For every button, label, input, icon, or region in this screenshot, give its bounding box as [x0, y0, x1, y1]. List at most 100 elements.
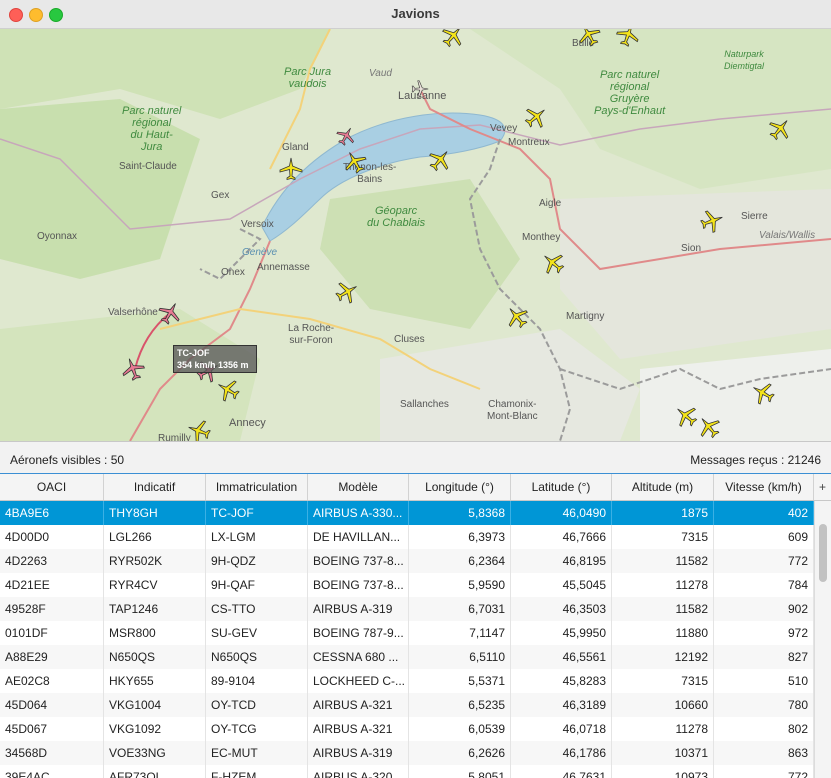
table-header: OACI Indicatif Immatriculation Modèle Lo… — [0, 474, 831, 501]
column-header-modele[interactable]: Modèle — [308, 474, 409, 500]
map-label-gruyere: Parc naturel régional Gruyère Pays-d'Enh… — [594, 69, 666, 117]
table-row[interactable]: A88E29 N650QS N650QS CESSNA 680 ... 6,51… — [0, 645, 814, 669]
cell-longitude: 6,5235 — [409, 693, 511, 717]
cell-vitesse: 510 — [714, 669, 814, 693]
cell-oaci: 4BA9E6 — [0, 501, 104, 525]
cell-latitude: 46,7666 — [511, 525, 612, 549]
cell-vitesse: 784 — [714, 573, 814, 597]
messages-received-count: Messages reçus : 21246 — [690, 453, 821, 467]
cell-modele: AIRBUS A-320... — [308, 765, 409, 778]
map-label-sallanches: Sallanches — [400, 399, 449, 410]
table-row[interactable]: 4D21EE RYR4CV 9H-QAF BOEING 737-8... 5,9… — [0, 573, 814, 597]
cell-modele: DE HAVILLAN... — [308, 525, 409, 549]
cell-altitude: 7315 — [612, 525, 714, 549]
cell-oaci: 39E4AC — [0, 765, 104, 778]
map-label-annecy: Annecy — [229, 417, 266, 429]
map-label-geneve: Genève — [242, 247, 278, 258]
cell-altitude: 10973 — [612, 765, 714, 778]
cell-oaci: 4D2263 — [0, 549, 104, 573]
cell-indicatif: VOE33NG — [104, 741, 206, 765]
cell-modele: BOEING 737-8... — [308, 573, 409, 597]
map-label-la-roche: La Roche- sur-Foron — [288, 323, 335, 346]
table-row[interactable]: 0101DF MSR800 SU-GEV BOEING 787-9... 7,1… — [0, 621, 814, 645]
cell-oaci: AE02C8 — [0, 669, 104, 693]
cell-vitesse: 780 — [714, 693, 814, 717]
cell-immatriculation: EC-MUT — [206, 741, 308, 765]
cell-latitude: 46,1786 — [511, 741, 612, 765]
map-label-jura-vaudois: Parc Jura vaudois — [284, 66, 332, 90]
table-row[interactable]: 45D067 VKG1092 OY-TCG AIRBUS A-321 6,053… — [0, 717, 814, 741]
map-label-chamonix: Chamonix- Mont-Blanc — [487, 399, 538, 422]
cell-modele: BOEING 737-8... — [308, 549, 409, 573]
cell-modele: AIRBUS A-321 — [308, 717, 409, 741]
cell-vitesse: 402 — [714, 501, 814, 525]
cell-latitude: 45,5045 — [511, 573, 612, 597]
table-row[interactable]: 49528F TAP1246 CS-TTO AIRBUS A-319 6,703… — [0, 597, 814, 621]
cell-indicatif: RYR502K — [104, 549, 206, 573]
cell-latitude: 46,7631 — [511, 765, 612, 778]
aircraft-icon[interactable] — [411, 80, 429, 98]
cell-indicatif: N650QS — [104, 645, 206, 669]
map-label-gland: Gland — [282, 142, 309, 153]
cell-oaci: 45D067 — [0, 717, 104, 741]
aircraft-icon[interactable] — [279, 157, 303, 181]
cell-vitesse: 772 — [714, 549, 814, 573]
cell-altitude: 11278 — [612, 717, 714, 741]
table-row[interactable]: 4D2263 RYR502K 9H-QDZ BOEING 737-8... 6,… — [0, 549, 814, 573]
table-scrollbar[interactable] — [814, 501, 831, 778]
cell-altitude: 11582 — [612, 549, 714, 573]
cell-indicatif: TAP1246 — [104, 597, 206, 621]
cell-vitesse: 609 — [714, 525, 814, 549]
cell-immatriculation: CS-TTO — [206, 597, 308, 621]
cell-longitude: 6,3973 — [409, 525, 511, 549]
cell-longitude: 6,2626 — [409, 741, 511, 765]
table-row[interactable]: 34568D VOE33NG EC-MUT AIRBUS A-319 6,262… — [0, 741, 814, 765]
map-label-sion: Sion — [681, 243, 702, 254]
table-row[interactable]: 4D00D0 LGL266 LX-LGM DE HAVILLAN... 6,39… — [0, 525, 814, 549]
table-row[interactable]: 39E4AC AFR73QL F-HZEM AIRBUS A-320... 5,… — [0, 765, 814, 778]
cell-modele: AIRBUS A-330... — [308, 501, 409, 525]
column-header-longitude[interactable]: Longitude (°) — [409, 474, 511, 500]
cell-indicatif: RYR4CV — [104, 573, 206, 597]
column-header-latitude[interactable]: Latitude (°) — [511, 474, 612, 500]
cell-indicatif: THY8GH — [104, 501, 206, 525]
cell-latitude: 46,3503 — [511, 597, 612, 621]
scrollbar-thumb[interactable] — [819, 524, 827, 582]
cell-latitude: 45,9950 — [511, 621, 612, 645]
cell-indicatif: HKY655 — [104, 669, 206, 693]
aircraft-table[interactable]: OACI Indicatif Immatriculation Modèle Lo… — [0, 473, 831, 778]
cell-oaci: 4D00D0 — [0, 525, 104, 549]
map-label-valais: Valais/Wallis — [759, 230, 816, 241]
cell-indicatif: VKG1004 — [104, 693, 206, 717]
column-header-immatriculation[interactable]: Immatriculation — [206, 474, 308, 500]
column-header-altitude[interactable]: Altitude (m) — [612, 474, 714, 500]
column-header-oaci[interactable]: OACI — [0, 474, 104, 500]
cell-modele: AIRBUS A-321 — [308, 693, 409, 717]
cell-oaci: 49528F — [0, 597, 104, 621]
cell-oaci: 34568D — [0, 741, 104, 765]
cell-immatriculation: OY-TCD — [206, 693, 308, 717]
cell-longitude: 6,5110 — [409, 645, 511, 669]
cell-altitude: 10660 — [612, 693, 714, 717]
cell-immatriculation: SU-GEV — [206, 621, 308, 645]
column-header-indicatif[interactable]: Indicatif — [104, 474, 206, 500]
cell-latitude: 46,8195 — [511, 549, 612, 573]
map-label-saint-claude: Saint-Claude — [119, 161, 177, 172]
cell-immatriculation: LX-LGM — [206, 525, 308, 549]
tooltip-speed-altitude: 354 km/h 1356 m — [177, 360, 249, 370]
map-label-sierre: Sierre — [741, 211, 768, 222]
column-menu-button[interactable]: + — [814, 474, 831, 500]
table-row[interactable]: 4BA9E6 THY8GH TC-JOF AIRBUS A-330... 5,8… — [0, 501, 814, 525]
aircraft-map[interactable]: Bulle Vaud Lausanne Parc Jura vaudois Na… — [0, 29, 831, 441]
cell-modele: AIRBUS A-319 — [308, 597, 409, 621]
column-header-vitesse[interactable]: Vitesse (km/h) — [714, 474, 814, 500]
map-label-gex: Gex — [211, 190, 230, 201]
cell-latitude: 46,0718 — [511, 717, 612, 741]
cell-immatriculation: 9H-QAF — [206, 573, 308, 597]
cell-altitude: 7315 — [612, 669, 714, 693]
cell-latitude: 46,5561 — [511, 645, 612, 669]
map-label-aigle: Aigle — [539, 198, 562, 209]
table-row[interactable]: AE02C8 HKY655 89-9104 LOCKHEED C-... 5,5… — [0, 669, 814, 693]
map-label-montreux: Montreux — [508, 137, 550, 148]
table-row[interactable]: 45D064 VKG1004 OY-TCD AIRBUS A-321 6,523… — [0, 693, 814, 717]
